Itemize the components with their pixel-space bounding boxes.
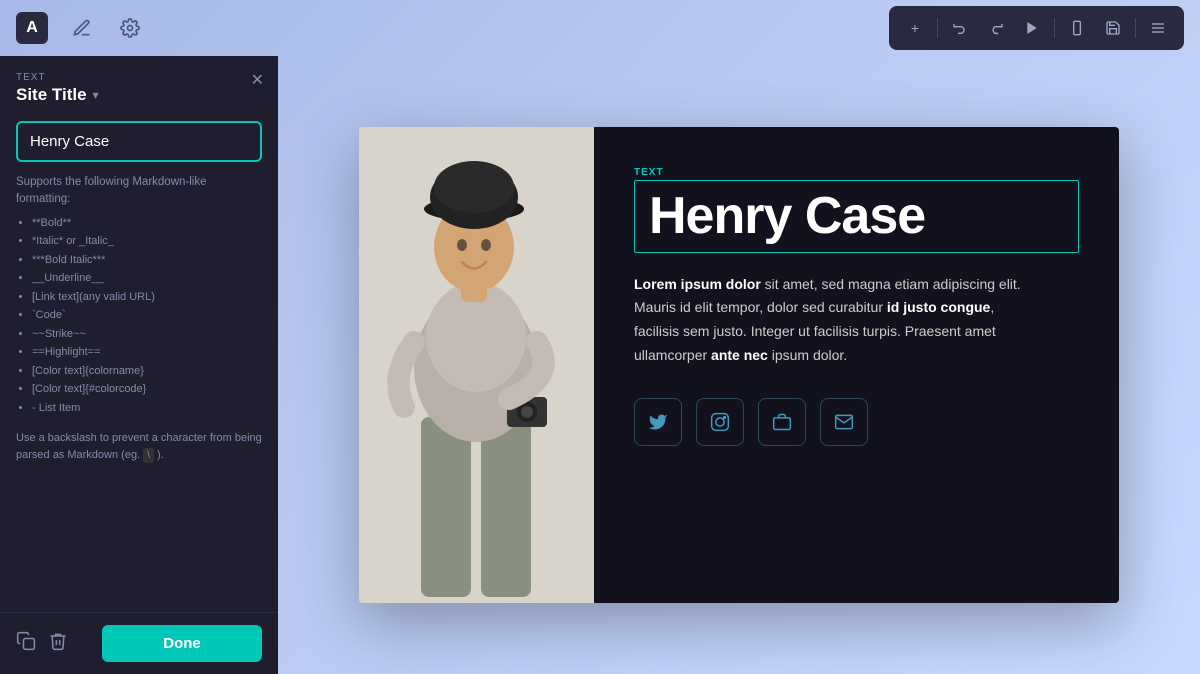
content-text-label: TEXT [634, 167, 1079, 178]
sidebar: TEXT Site Title ▾ ✕ Supports the followi… [0, 56, 278, 674]
duplicate-icon[interactable] [16, 631, 36, 656]
canvas-area: TEXT Henry Case Lorem ipsum dolor sit am… [278, 56, 1200, 674]
gear-icon[interactable] [116, 14, 144, 42]
close-icon[interactable]: ✕ [251, 70, 264, 90]
list-item: __Underline__ [32, 270, 262, 287]
title-input[interactable] [16, 121, 262, 162]
divider3 [1135, 18, 1136, 38]
chevron-down-icon[interactable]: ▾ [93, 88, 99, 102]
toolbar-left: A [16, 12, 144, 44]
content-body: Lorem ipsum dolor sit amet, sed magna et… [634, 273, 1034, 368]
social-icons [634, 398, 1079, 446]
list-item: - List Item [32, 400, 262, 417]
sidebar-title: Site Title [16, 85, 87, 105]
app-logo[interactable]: A [16, 12, 48, 44]
person-illustration [359, 127, 594, 603]
help-intro: Supports the following Markdown-like for… [16, 176, 206, 205]
content-title: Henry Case [649, 189, 1064, 244]
list-item: ***Bold Italic*** [32, 252, 262, 269]
help-list: **Bold** *Italic* or _Italic_ ***Bold It… [16, 215, 262, 417]
mobile-preview-button[interactable] [1061, 12, 1093, 44]
trash-icon[interactable] [48, 631, 68, 656]
card-content: TEXT Henry Case Lorem ipsum dolor sit am… [594, 127, 1119, 603]
list-item: [Color text]{#colorcode} [32, 381, 262, 398]
divider [937, 18, 938, 38]
list-item: [Color text]{colorname} [32, 363, 262, 380]
backslash-key: \ [143, 448, 154, 463]
list-item: `Code` [32, 307, 262, 324]
sidebar-type-label: TEXT [16, 72, 99, 83]
toolbar-right: + [889, 6, 1184, 50]
footer-icons [16, 631, 68, 656]
main-area: TEXT Site Title ▾ ✕ Supports the followi… [0, 56, 1200, 674]
list-item: ==Highlight== [32, 344, 262, 361]
sidebar-footer: Done [0, 612, 278, 674]
add-button[interactable]: + [899, 12, 931, 44]
backslash-note: Use a backslash to prevent a character f… [0, 418, 278, 463]
photo-placeholder [359, 127, 594, 603]
play-button[interactable] [1016, 12, 1048, 44]
email-icon[interactable] [820, 398, 868, 446]
card: TEXT Henry Case Lorem ipsum dolor sit am… [359, 127, 1119, 603]
sidebar-help: Supports the following Markdown-like for… [0, 174, 278, 418]
list-item: *Italic* or _Italic_ [32, 233, 262, 250]
list-item: ~~Strike~~ [32, 326, 262, 343]
done-button[interactable]: Done [102, 625, 262, 662]
top-toolbar: A + [0, 0, 1200, 56]
redo-button[interactable] [980, 12, 1012, 44]
twitter-icon[interactable] [634, 398, 682, 446]
save-button[interactable] [1097, 12, 1129, 44]
sidebar-input-area [0, 113, 278, 174]
content-title-box[interactable]: Henry Case [634, 180, 1079, 253]
sidebar-title-row: Site Title ▾ [16, 85, 99, 105]
sidebar-header: TEXT Site Title ▾ ✕ [0, 56, 278, 113]
undo-button[interactable] [944, 12, 976, 44]
instagram-icon[interactable] [696, 398, 744, 446]
menu-button[interactable] [1142, 12, 1174, 44]
card-photo [359, 127, 594, 603]
divider2 [1054, 18, 1055, 38]
list-item: **Bold** [32, 215, 262, 232]
briefcase-icon[interactable] [758, 398, 806, 446]
pen-icon[interactable] [68, 14, 96, 42]
list-item: [Link text](any valid URL) [32, 289, 262, 306]
